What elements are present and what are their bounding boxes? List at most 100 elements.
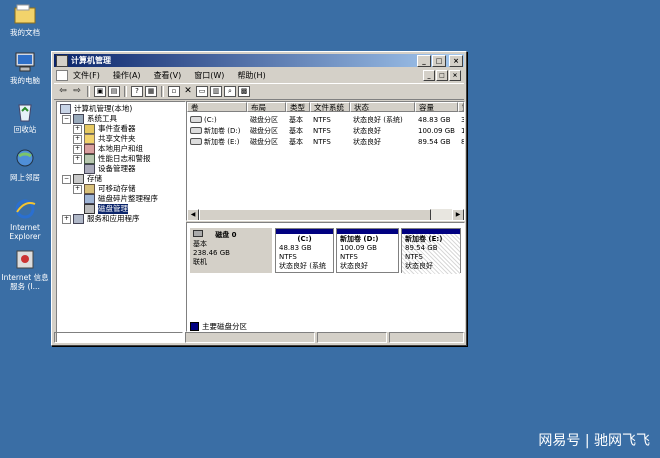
partition-c[interactable]: (C:) 48.83 GB NTFS 状态良好 (系统	[275, 228, 334, 273]
network-icon	[13, 148, 37, 170]
partition-name: 新加卷 (E:)	[405, 235, 443, 243]
column-header-type[interactable]: 类型	[286, 102, 310, 112]
computer-management-icon	[60, 104, 71, 114]
up-folder-icon[interactable]: ▣	[94, 86, 106, 97]
desktop-icon-label: 网上邻居	[10, 173, 40, 182]
tree-item-system-tools[interactable]: − 系统工具	[62, 114, 117, 124]
title-bar[interactable]: 计算机管理 _ □ ×	[54, 54, 464, 67]
column-headers: 卷 布局 类型 文件系统 状态 容量 空	[187, 102, 464, 113]
tree-item-disk-management[interactable]: 磁盘管理	[84, 204, 128, 214]
scroll-left-arrow-icon[interactable]: ◀	[187, 209, 199, 220]
disk-info-panel[interactable]: 磁盘 0 基本 238.46 GB 联机	[190, 228, 272, 273]
capacity-cell: 100.09 GB	[418, 126, 455, 135]
column-header-capacity[interactable]: 容量	[415, 102, 458, 112]
disk-type: 基本	[193, 240, 207, 248]
new-icon[interactable]: ▫	[168, 86, 180, 97]
device-manager-icon	[84, 164, 95, 174]
tree-item-services-apps[interactable]: + 服务和应用程序	[62, 214, 140, 224]
desktop-icon-ie[interactable]: Internet Explorer	[1, 198, 49, 241]
tree-item-event-viewer[interactable]: + 事件查看器	[73, 124, 136, 134]
menu-window[interactable]: 窗口(W)	[189, 70, 232, 81]
volume-cell: 新加卷 (E:)	[187, 137, 247, 147]
tree-item-perf-logs[interactable]: + 性能日志和警报	[73, 154, 151, 164]
expand-icon[interactable]: +	[73, 134, 82, 144]
type-cell: 基本	[289, 137, 303, 146]
horizontal-scrollbar[interactable]: ◀ ▶	[187, 209, 464, 220]
status-bar	[54, 332, 464, 343]
tree-item-storage[interactable]: − 存储	[62, 174, 102, 184]
search-icon[interactable]: ⌕	[224, 86, 236, 97]
table-row[interactable]: (C:) 磁盘分区 基本 NTFS 状态良好 (系统) 48.83 GB 3	[187, 114, 464, 125]
delete-icon[interactable]: ✕	[182, 86, 194, 97]
desktop-icon-iis[interactable]: Internet 信息服务 (I...	[1, 248, 49, 291]
disk-name: 磁盘 0	[215, 231, 237, 239]
status-pane	[389, 332, 464, 343]
storage-icon	[73, 174, 84, 184]
table-row[interactable]: 新加卷 (E:) 磁盘分区 基本 NTFS 状态良好 89.54 GB 8	[187, 136, 464, 147]
collapse-icon[interactable]: −	[62, 114, 71, 124]
scroll-right-arrow-icon[interactable]: ▶	[452, 209, 464, 220]
tree-label: 计算机管理(本地)	[74, 104, 133, 113]
disk-graphical-view: 磁盘 0 基本 238.46 GB 联机 (C:) 48.83 GB NTFS …	[186, 222, 465, 332]
removable-storage-icon	[84, 184, 95, 194]
collapse-icon[interactable]: −	[62, 174, 71, 184]
partition-d[interactable]: 新加卷 (D:) 100.09 GB NTFS 状态良好	[336, 228, 399, 273]
maximize-button[interactable]: □	[432, 55, 446, 67]
volume-name: 新加卷 (E:)	[204, 137, 240, 146]
column-header-free[interactable]: 空	[458, 102, 464, 112]
child-maximize-button[interactable]: □	[436, 70, 448, 81]
column-header-volume[interactable]: 卷	[187, 102, 247, 112]
disk-refresh-icon[interactable]: ▩	[238, 86, 250, 97]
export-icon[interactable]: ▥	[210, 86, 222, 97]
tree-item-root[interactable]: 计算机管理(本地)	[60, 104, 132, 114]
menu-action[interactable]: 操作(A)	[108, 70, 149, 81]
tree-item-local-users[interactable]: + 本地用户和组	[73, 144, 143, 154]
volume-name: 新加卷 (D:)	[204, 126, 241, 135]
expand-icon[interactable]: +	[73, 184, 82, 194]
desktop-icon-recycle-bin[interactable]: 回收站	[1, 100, 49, 134]
column-header-filesystem[interactable]: 文件系统	[310, 102, 350, 112]
forward-arrow-icon[interactable]: ⇨	[71, 86, 83, 97]
expand-icon[interactable]: +	[73, 124, 82, 134]
disk-drive-icon	[193, 230, 203, 237]
document-menu-icon[interactable]	[56, 70, 68, 81]
filesystem-cell: NTFS	[313, 137, 331, 146]
volume-cell: 新加卷 (D:)	[187, 126, 247, 136]
desktop-icon-my-documents[interactable]: 我的文档	[1, 3, 49, 37]
status-cell: 状态良好	[353, 126, 381, 135]
expand-icon[interactable]: +	[73, 144, 82, 154]
table-row[interactable]: 新加卷 (D:) 磁盘分区 基本 NTFS 状态良好 100.09 GB 1	[187, 125, 464, 136]
legend-primary-partition: 主要磁盘分区	[202, 322, 247, 331]
tree-item-shared-folders[interactable]: + 共享文件夹	[73, 134, 136, 144]
show-tree-icon[interactable]: ▤	[108, 86, 120, 97]
menu-file[interactable]: 文件(F)	[68, 70, 108, 81]
menu-help[interactable]: 帮助(H)	[232, 70, 273, 81]
menu-view[interactable]: 查看(V)	[149, 70, 190, 81]
shared-folder-icon	[84, 134, 95, 144]
desktop-icon-network[interactable]: 网上邻居	[1, 148, 49, 182]
tree-label: 本地用户和组	[98, 144, 143, 153]
layout-cell: 磁盘分区	[250, 137, 278, 146]
expand-icon[interactable]: +	[73, 154, 82, 164]
folder-icon	[13, 3, 37, 25]
filesystem-cell: NTFS	[313, 115, 331, 124]
minimize-button[interactable]: _	[417, 55, 431, 67]
column-header-layout[interactable]: 布局	[247, 102, 286, 112]
scroll-thumb[interactable]	[199, 209, 431, 220]
back-arrow-icon[interactable]: ⇦	[57, 86, 69, 97]
tree-item-device-manager[interactable]: 设备管理器	[84, 164, 136, 174]
child-close-button[interactable]: ×	[449, 70, 461, 81]
properties-icon[interactable]: ▦	[145, 86, 157, 97]
desktop-icon-my-computer[interactable]: 我的电脑	[1, 51, 49, 85]
type-cell: 基本	[289, 115, 303, 124]
help-icon[interactable]: ?	[131, 86, 143, 97]
column-header-status[interactable]: 状态	[350, 102, 415, 112]
layout-cell: 磁盘分区	[250, 126, 278, 135]
expand-icon[interactable]: +	[62, 214, 71, 224]
folder-open-icon[interactable]: ▭	[196, 86, 208, 97]
tree-item-removable[interactable]: + 可移动存储	[73, 184, 136, 194]
partition-e[interactable]: 新加卷 (E:) 89.54 GB NTFS 状态良好	[401, 228, 461, 274]
child-minimize-button[interactable]: _	[423, 70, 435, 81]
tree-item-defrag[interactable]: 磁盘碎片整理程序	[84, 194, 158, 204]
close-button[interactable]: ×	[449, 55, 463, 67]
